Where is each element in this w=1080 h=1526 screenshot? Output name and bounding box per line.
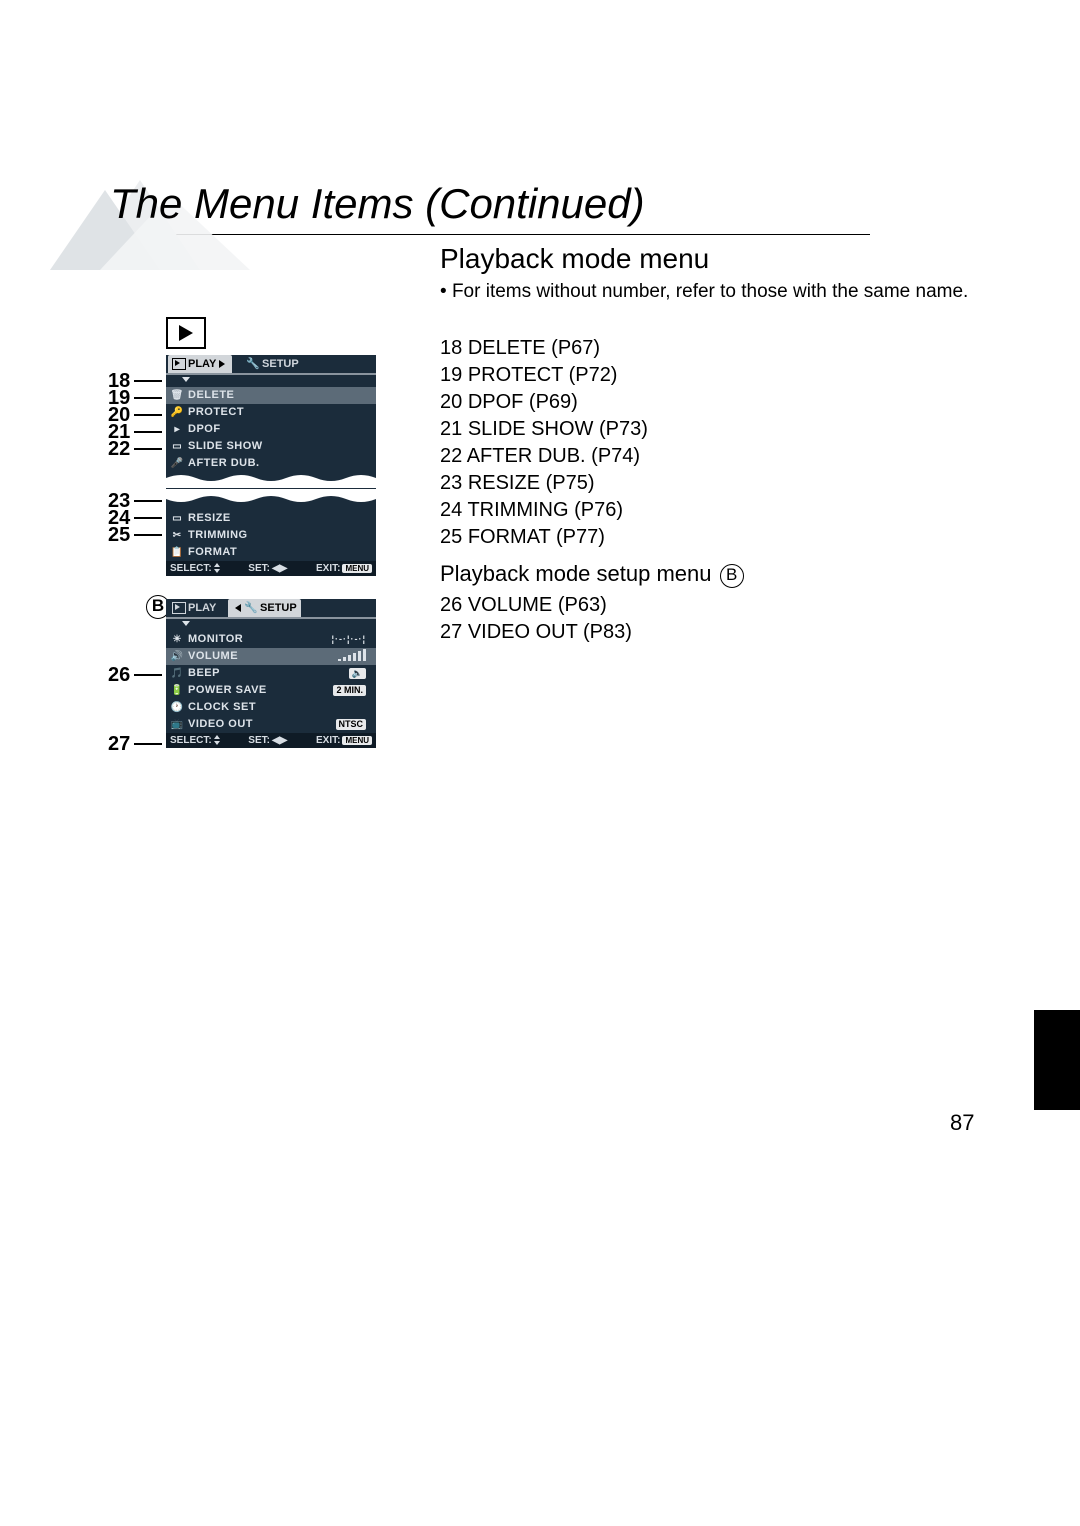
diagram-b: B PLAY 🔧 SETUP xyxy=(110,599,440,789)
menu-row: ▭RESIZE xyxy=(166,510,376,527)
menu-row: ☀MONITOR¦·-·¦·-·¦ xyxy=(166,631,376,648)
beep-icon: 🎵 xyxy=(170,667,184,679)
updown-icon xyxy=(214,735,220,745)
resize-icon: ▭ xyxy=(170,512,184,524)
page-content: The Menu Items (Continued) Playback mode… xyxy=(110,180,970,811)
list-item: 20 DPOF (P69) xyxy=(440,389,744,416)
tab-setup-label: SETUP xyxy=(262,358,299,370)
volume-icon: 🔊 xyxy=(170,650,184,662)
dpof-icon: ▸ xyxy=(170,423,184,435)
menu-row: 🎤AFTER DUB. xyxy=(166,455,376,472)
list-item: 23 RESIZE (P75) xyxy=(440,470,744,497)
diagram-a: PLAY 🔧 SETUP 🗑DELETE 🔑PROTECT ▸DPOF xyxy=(110,317,440,577)
content-row: PLAY 🔧 SETUP 🗑DELETE 🔑PROTECT ▸DPOF xyxy=(110,317,970,811)
menu-row: 📺VIDEO OUTNTSC xyxy=(166,716,376,733)
clock-icon: 🕐 xyxy=(170,701,184,713)
torn-edge xyxy=(166,472,376,488)
list-item: 21 SLIDE SHOW (P73) xyxy=(440,416,744,443)
videoout-value: NTSC xyxy=(336,719,367,730)
beep-indicator-icon: 🔈 xyxy=(349,668,366,679)
panel-b-tabs: PLAY 🔧 SETUP xyxy=(166,599,376,617)
list-item: 26 VOLUME (P63) xyxy=(440,592,744,619)
volume-bars-icon xyxy=(338,651,366,661)
page-number: 87 xyxy=(950,1110,974,1136)
tab-play: PLAY xyxy=(168,599,220,617)
menu-row: 🎵BEEP🔈 xyxy=(166,665,376,682)
panel-a-list-bottom: ▭RESIZE ✂TRIMMING 📋FORMAT xyxy=(166,508,376,561)
callout-22: 22 xyxy=(108,438,162,461)
videoout-icon: 📺 xyxy=(170,718,184,730)
tab-play-label: PLAY xyxy=(188,358,216,370)
list-item: 18 DELETE (P67) xyxy=(440,335,744,362)
trimming-icon: ✂ xyxy=(170,529,184,541)
setup-items-list: 26 VOLUME (P63) 27 VIDEO OUT (P83) xyxy=(440,592,744,646)
callout-25: 25 xyxy=(108,524,162,547)
menu-badge: MENU xyxy=(342,736,372,745)
menu-row: ▸DPOF xyxy=(166,421,376,438)
tab-play: PLAY xyxy=(168,355,232,373)
powersave-icon: 🔋 xyxy=(170,684,184,696)
menu-row: ▭SLIDE SHOW xyxy=(166,438,376,455)
menu-panel-a-bottom: ▭RESIZE ✂TRIMMING 📋FORMAT SELECT: SET:◀▶… xyxy=(166,489,376,576)
monitor-slider-icon: ¦·-·¦·-·¦ xyxy=(331,634,366,644)
panel-footer: SELECT: SET:◀▶ EXIT:MENU xyxy=(166,733,376,748)
text-column: 18 DELETE (P67) 19 PROTECT (P72) 20 DPOF… xyxy=(440,317,744,655)
callout-26: 26 xyxy=(108,664,162,687)
menu-panel-a: PLAY 🔧 SETUP 🗑DELETE 🔑PROTECT ▸DPOF xyxy=(166,355,376,491)
panel-a-list-top: 🗑DELETE 🔑PROTECT ▸DPOF ▭SLIDE SHOW 🎤AFTE… xyxy=(166,385,376,472)
list-item: 22 AFTER DUB. (P74) xyxy=(440,443,744,470)
menu-row: 🕐CLOCK SET xyxy=(166,699,376,716)
page-title: The Menu Items (Continued) xyxy=(110,180,970,228)
playback-items-list: 18 DELETE (P67) 19 PROTECT (P72) 20 DPOF… xyxy=(440,335,744,551)
slideshow-icon: ▭ xyxy=(170,440,184,452)
leftright-icon: ◀▶ xyxy=(272,563,287,574)
menu-row: 📋FORMAT xyxy=(166,544,376,561)
bullet: • xyxy=(440,281,447,302)
play-icon xyxy=(172,358,186,370)
diagram-column: PLAY 🔧 SETUP 🗑DELETE 🔑PROTECT ▸DPOF xyxy=(110,317,440,811)
callout-27: 27 xyxy=(108,733,162,756)
chevron-right-icon xyxy=(219,360,225,368)
note-text: For items without number, refer to those… xyxy=(452,281,968,302)
wrench-icon: 🔧 xyxy=(244,601,258,614)
tab-play-label: PLAY xyxy=(188,602,216,614)
menu-badge: MENU xyxy=(342,564,372,573)
monitor-icon: ☀ xyxy=(170,633,184,645)
list-item: 25 FORMAT (P77) xyxy=(440,524,744,551)
list-item: 27 VIDEO OUT (P83) xyxy=(440,619,744,646)
list-item: 19 PROTECT (P72) xyxy=(440,362,744,389)
updown-icon xyxy=(214,563,220,573)
play-icon xyxy=(172,602,186,614)
menu-panel-b: PLAY 🔧 SETUP ☀MONITOR¦·-·¦·-·¦ 🔊VOLUME xyxy=(166,599,376,748)
tab-setup-label: SETUP xyxy=(260,602,297,614)
side-tab xyxy=(1034,1010,1080,1110)
menu-row: 🔑PROTECT xyxy=(166,404,376,421)
panel-b-list: ☀MONITOR¦·-·¦·-·¦ 🔊VOLUME 🎵BEEP🔈 🔋POWER … xyxy=(166,629,376,733)
chevron-left-icon xyxy=(235,604,241,612)
scroll-down-icon xyxy=(182,377,190,382)
scroll-down-icon xyxy=(182,621,190,626)
tab-setup: 🔧 SETUP xyxy=(242,355,302,373)
powersave-value: 2 MIN. xyxy=(333,685,366,696)
protect-icon: 🔑 xyxy=(170,406,184,418)
play-mode-icon xyxy=(166,317,206,349)
panel-footer: SELECT: SET:◀▶ EXIT:MENU xyxy=(166,561,376,576)
section-note: • For items without number, refer to tho… xyxy=(110,279,970,305)
tab-setup: 🔧 SETUP xyxy=(228,599,300,617)
panel-a-tabs: PLAY 🔧 SETUP xyxy=(166,355,376,373)
menu-row: ✂TRIMMING xyxy=(166,527,376,544)
setup-menu-heading: Playback mode setup menu B xyxy=(440,559,744,589)
format-icon: 📋 xyxy=(170,546,184,558)
delete-icon: 🗑 xyxy=(170,389,184,401)
leftright-icon: ◀▶ xyxy=(272,735,287,746)
list-item: 24 TRIMMING (P76) xyxy=(440,497,744,524)
afterdub-icon: 🎤 xyxy=(170,457,184,469)
wrench-icon: 🔧 xyxy=(246,357,260,370)
menu-row: 🗑DELETE xyxy=(166,387,376,404)
menu-row: 🔋POWER SAVE2 MIN. xyxy=(166,682,376,699)
setup-badge: B xyxy=(720,564,744,588)
torn-edge xyxy=(166,489,376,505)
menu-row: 🔊VOLUME xyxy=(166,648,376,665)
